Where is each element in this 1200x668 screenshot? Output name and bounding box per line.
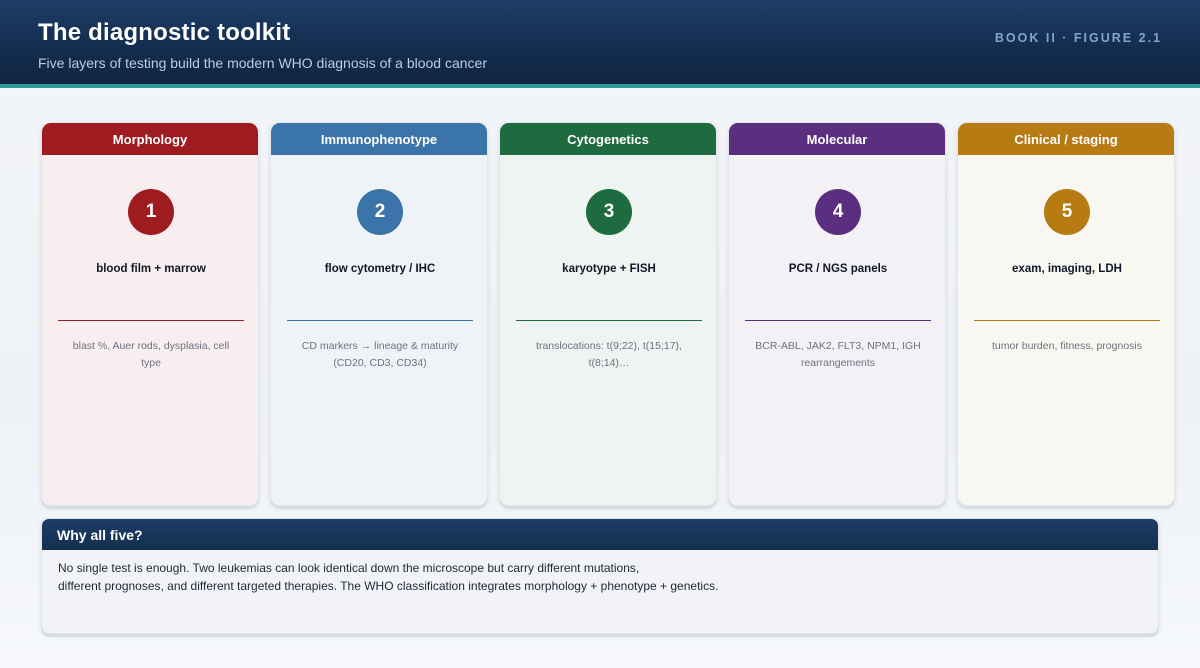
card-description: blast %, Auer rods, dysplasia, cell type: [72, 340, 230, 369]
card-divider: [516, 320, 702, 321]
card-header: Molecular: [729, 123, 945, 155]
panel-body: No single test is enough. Two leukemias …: [42, 550, 1158, 595]
card-description: CD markers → lineage & maturity (CD20, C…: [301, 340, 459, 369]
step-number-badge: 2: [357, 189, 403, 235]
card-header: Clinical / staging: [958, 123, 1174, 155]
header-accent-bar: [0, 84, 1200, 88]
step-number-badge: 1: [128, 189, 174, 235]
step-number-badge: 3: [586, 189, 632, 235]
card-test-name: PCR / NGS panels: [788, 263, 888, 275]
card-test-name: exam, imaging, LDH: [1012, 263, 1122, 275]
card-test-name: blood film + marrow: [96, 263, 206, 275]
step-number-badge: 5: [1044, 189, 1090, 235]
card-description: translocations: t(9;22), t(15;17), t(8;1…: [536, 340, 682, 369]
card-molecular: Molecular 4 PCR / NGS panels BCR-ABL, JA…: [728, 122, 946, 506]
why-all-five-panel: Why all five? No single test is enough. …: [41, 518, 1159, 634]
card-divider: [287, 320, 473, 321]
panel-text-line: different prognoses, and different targe…: [58, 578, 719, 593]
header-banner: The diagnostic toolkit Five layers of te…: [0, 0, 1200, 86]
card-description: tumor burden, fitness, prognosis: [992, 340, 1142, 352]
panel-heading: Why all five?: [42, 519, 1158, 550]
toolkit-cards: Morphology 1 blood film + marrow blast %…: [41, 122, 1177, 506]
card-morphology: Morphology 1 blood film + marrow blast %…: [41, 122, 259, 506]
card-header: Immunophenotype: [271, 123, 487, 155]
card-divider: [974, 320, 1160, 321]
card-header: Cytogenetics: [500, 123, 716, 155]
page-title: The diagnostic toolkit: [38, 19, 291, 46]
page-subtitle: Five layers of testing build the modern …: [38, 55, 488, 71]
figure-label: BOOK II · FIGURE 2.1: [994, 31, 1162, 45]
card-description: BCR-ABL, JAK2, FLT3, NPM1, IGH rearrange…: [755, 340, 921, 369]
panel-text-line: No single test is enough. Two leukemias …: [58, 561, 640, 575]
card-test-name: karyotype + FISH: [562, 263, 656, 275]
step-number-badge: 4: [815, 189, 861, 235]
card-divider: [58, 320, 244, 321]
card-test-name: flow cytometry / IHC: [324, 263, 436, 275]
card-header: Morphology: [42, 123, 258, 155]
card-cytogenetics: Cytogenetics 3 karyotype + FISH transloc…: [499, 122, 717, 506]
card-immunophenotype: Immunophenotype 2 flow cytometry / IHC C…: [270, 122, 488, 506]
card-divider: [745, 320, 931, 321]
card-clinical-staging: Clinical / staging 5 exam, imaging, LDH …: [957, 122, 1175, 506]
